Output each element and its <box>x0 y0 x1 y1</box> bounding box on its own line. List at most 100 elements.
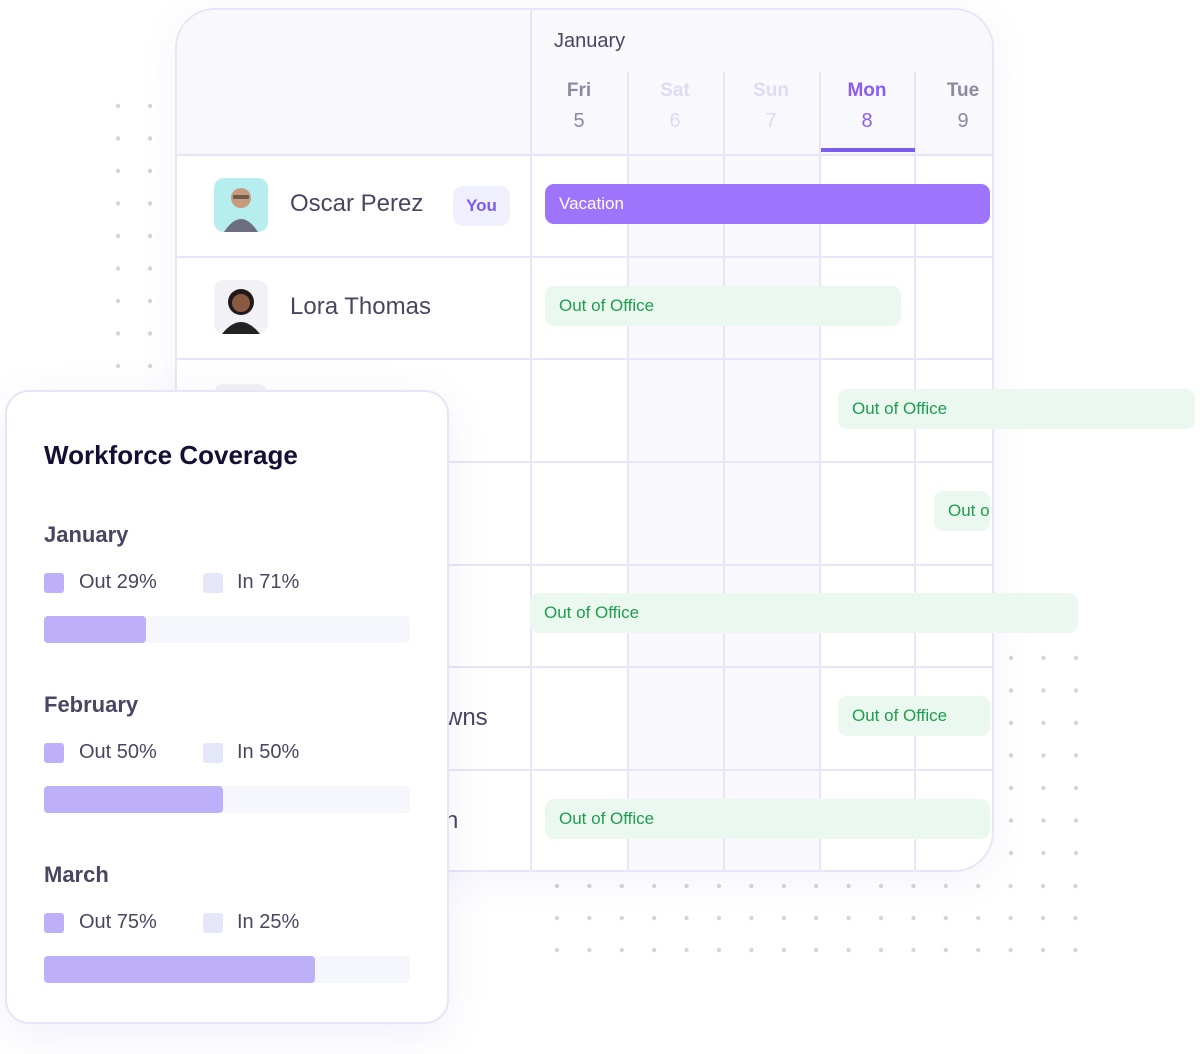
day-name: Sun <box>753 80 789 101</box>
dot <box>911 915 916 921</box>
avatar-lora-thomas <box>214 280 268 334</box>
dot <box>147 103 153 109</box>
out-of-office-event[interactable]: Out of Office <box>838 389 1195 429</box>
dot <box>1041 655 1046 661</box>
day-date: 8 <box>861 110 873 132</box>
dot <box>1073 753 1079 758</box>
dot <box>147 233 153 239</box>
dot <box>976 883 981 889</box>
dot <box>846 947 851 953</box>
dot <box>781 915 786 921</box>
dot <box>587 915 592 921</box>
dot <box>781 883 786 889</box>
dot <box>147 266 153 271</box>
in-swatch <box>203 743 223 763</box>
dot <box>1008 688 1014 693</box>
dot <box>619 915 624 921</box>
dot <box>147 363 153 369</box>
dot <box>147 136 153 141</box>
out-of-office-event[interactable]: Out of Office <box>838 696 990 736</box>
dot <box>1008 785 1014 791</box>
dot <box>943 947 948 953</box>
dot <box>1073 720 1079 726</box>
dot <box>976 947 981 953</box>
dot <box>147 331 153 336</box>
dot <box>911 947 916 953</box>
coverage-month-label: February <box>44 692 139 717</box>
dot <box>684 915 689 921</box>
workforce-coverage-card: Workforce Coverage January Out 29% In 71% F… <box>5 390 449 1024</box>
dot <box>943 915 948 921</box>
day-header-sat[interactable]: Sat 6 <box>627 80 723 133</box>
row-divider <box>177 358 992 360</box>
dot <box>684 883 689 889</box>
out-legend: Out 29% <box>79 571 157 593</box>
dot <box>652 947 657 953</box>
person-name: Oscar Perez <box>290 190 424 217</box>
dot <box>814 947 819 953</box>
dot <box>554 883 560 889</box>
vacation-event[interactable]: Vacation <box>545 184 990 224</box>
month-label: January <box>554 30 626 52</box>
person-name: wns <box>445 704 488 731</box>
dot <box>587 883 592 889</box>
dot <box>878 947 884 953</box>
person-name: Lora Thomas <box>290 293 431 320</box>
day-header-mon[interactable]: Mon 8 <box>819 80 915 133</box>
dot <box>1073 688 1079 693</box>
out-swatch <box>44 743 64 763</box>
dot <box>749 947 754 953</box>
dot <box>587 947 592 953</box>
coverage-out-fill <box>44 956 315 983</box>
day-name: Tue <box>946 80 980 101</box>
dot <box>1073 818 1079 823</box>
day-name: Sat <box>660 80 690 101</box>
dot <box>1008 753 1014 758</box>
coverage-out-fill <box>44 786 223 813</box>
day-date: 6 <box>669 110 681 132</box>
out-of-office-event[interactable]: Out of Office <box>530 593 1078 633</box>
dot <box>1041 688 1046 693</box>
dot <box>554 915 560 921</box>
day-name: Mon <box>847 80 887 101</box>
day-header-sun[interactable]: Sun 7 <box>723 80 819 133</box>
dot <box>943 883 948 889</box>
dot <box>716 883 722 889</box>
out-swatch <box>44 913 64 933</box>
dot <box>115 266 121 271</box>
dot <box>115 136 121 141</box>
day-header-tue[interactable]: Tue 9 <box>915 80 992 133</box>
out-of-office-event[interactable]: Out of Office <box>545 799 990 839</box>
dot <box>115 168 121 174</box>
out-of-office-event[interactable]: Out of Office <box>545 286 901 326</box>
day-name: Fri <box>566 80 592 101</box>
dot <box>1041 753 1046 758</box>
dot <box>1041 785 1046 791</box>
dot <box>846 915 851 921</box>
weekend-column-sun <box>725 156 819 870</box>
dot <box>115 201 121 206</box>
dot <box>846 883 851 889</box>
coverage-title: Workforce Coverage <box>44 440 298 470</box>
day-header-fri[interactable]: Fri 5 <box>531 80 627 133</box>
dot <box>749 915 754 921</box>
dot <box>781 947 786 953</box>
dot <box>652 915 657 921</box>
dot <box>1040 883 1046 889</box>
day-date: 5 <box>573 110 585 132</box>
coverage-out-fill <box>44 616 147 643</box>
dot <box>878 883 884 889</box>
dot <box>814 915 819 921</box>
dot <box>1008 947 1013 953</box>
dot <box>976 915 981 921</box>
dot <box>1040 915 1046 921</box>
out-of-office-event[interactable]: Out of Office <box>934 491 990 531</box>
dot <box>1073 850 1079 856</box>
out-swatch <box>44 573 64 593</box>
dot <box>1073 655 1079 661</box>
dot <box>684 947 689 953</box>
dot <box>1008 850 1014 856</box>
dot <box>1008 655 1014 661</box>
dot <box>115 103 121 109</box>
dot <box>1073 915 1078 921</box>
